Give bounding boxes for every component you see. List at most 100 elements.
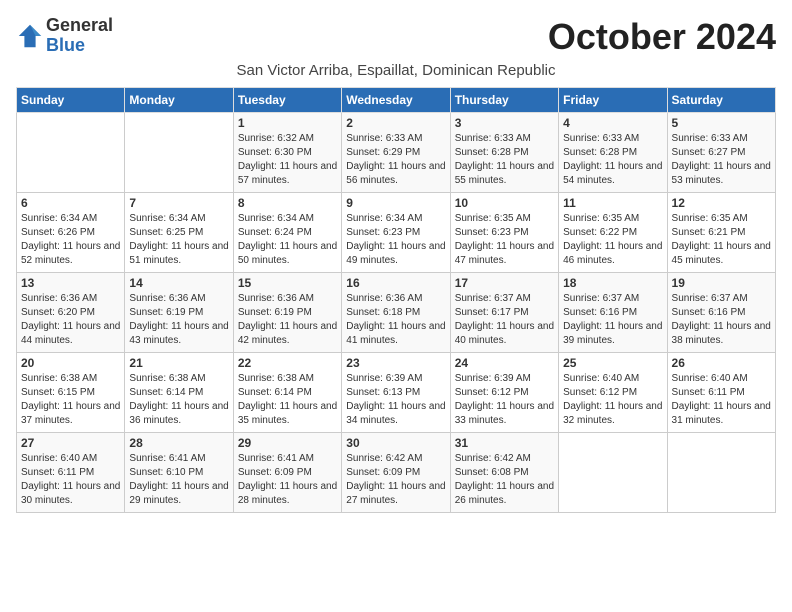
col-tuesday: Tuesday <box>233 88 341 113</box>
day-info: Sunrise: 6:41 AMSunset: 6:09 PMDaylight:… <box>238 452 337 508</box>
calendar-week-row: 13 Sunrise: 6:36 AMSunset: 6:20 PMDayligh… <box>17 273 776 353</box>
day-number: 4 <box>563 116 662 130</box>
day-info: Sunrise: 6:35 AMSunset: 6:23 PMDaylight:… <box>455 212 554 268</box>
day-info: Sunrise: 6:35 AMSunset: 6:21 PMDaylight:… <box>672 212 771 268</box>
table-row: 13 Sunrise: 6:36 AMSunset: 6:20 PMDayligh… <box>17 273 125 353</box>
day-info: Sunrise: 6:33 AMSunset: 6:27 PMDaylight:… <box>672 132 771 188</box>
calendar-week-row: 20Sunrise: 6:38 AMSunset: 6:15 PMDayligh… <box>17 353 776 433</box>
calendar-week-row: 1 Sunrise: 6:32 AMSunset: 6:30 PMDaylight… <box>17 113 776 193</box>
table-row: 2Sunrise: 6:33 AMSunset: 6:29 PMDaylight… <box>342 113 450 193</box>
table-row: 17Sunrise: 6:37 AMSunset: 6:17 PMDayligh… <box>450 273 558 353</box>
table-row: 26Sunrise: 6:40 AMSunset: 6:11 PMDayligh… <box>667 353 775 433</box>
day-number: 24 <box>455 356 554 370</box>
day-info: Sunrise: 6:36 AMSunset: 6:19 PMDaylight:… <box>238 292 337 348</box>
day-number: 26 <box>672 356 771 370</box>
day-info: Sunrise: 6:35 AMSunset: 6:22 PMDaylight:… <box>563 212 662 268</box>
table-row: 7Sunrise: 6:34 AMSunset: 6:25 PMDaylight… <box>125 193 233 273</box>
day-number: 19 <box>672 276 771 290</box>
day-number: 1 <box>238 116 337 130</box>
logo-icon <box>16 22 44 50</box>
table-row: 1 Sunrise: 6:32 AMSunset: 6:30 PMDaylight… <box>233 113 341 193</box>
col-thursday: Thursday <box>450 88 558 113</box>
day-number: 17 <box>455 276 554 290</box>
day-number: 18 <box>563 276 662 290</box>
table-row: 28 Sunrise: 6:41 AMSunset: 6:10 PMDayligh… <box>125 433 233 513</box>
day-info: Sunrise: 6:33 AMSunset: 6:29 PMDaylight:… <box>346 132 445 188</box>
day-info: Sunrise: 6:34 AMSunset: 6:26 PMDaylight:… <box>21 212 120 268</box>
day-number: 28 <box>129 436 228 450</box>
table-row: 19 Sunrise: 6:37 AMSunset: 6:16 PMDayligh… <box>667 273 775 353</box>
table-row: 18 Sunrise: 6:37 AMSunset: 6:16 PMDayligh… <box>559 273 667 353</box>
table-row: 10 Sunrise: 6:35 AMSunset: 6:23 PMDayligh… <box>450 193 558 273</box>
day-info: Sunrise: 6:42 AMSunset: 6:09 PMDaylight:… <box>346 452 445 508</box>
day-info: Sunrise: 6:40 AMSunset: 6:11 PMDaylight:… <box>21 452 120 508</box>
table-row: 9 Sunrise: 6:34 AMSunset: 6:23 PMDaylight… <box>342 193 450 273</box>
day-info: Sunrise: 6:33 AMSunset: 6:28 PMDaylight:… <box>563 132 662 188</box>
day-number: 12 <box>672 196 771 210</box>
col-sunday: Sunday <box>17 88 125 113</box>
day-info: Sunrise: 6:38 AMSunset: 6:14 PMDaylight:… <box>129 372 228 428</box>
day-number: 16 <box>346 276 445 290</box>
table-row <box>559 433 667 513</box>
table-row: 20Sunrise: 6:38 AMSunset: 6:15 PMDayligh… <box>17 353 125 433</box>
logo-general-text: General <box>46 15 113 35</box>
table-row: 12 Sunrise: 6:35 AMSunset: 6:21 PMDayligh… <box>667 193 775 273</box>
col-friday: Friday <box>559 88 667 113</box>
day-info: Sunrise: 6:34 AMSunset: 6:23 PMDaylight:… <box>346 212 445 268</box>
day-number: 23 <box>346 356 445 370</box>
table-row: 8Sunrise: 6:34 AMSunset: 6:24 PMDaylight… <box>233 193 341 273</box>
day-info: Sunrise: 6:32 AMSunset: 6:30 PMDaylight:… <box>238 132 337 188</box>
calendar-week-row: 27 Sunrise: 6:40 AMSunset: 6:11 PMDayligh… <box>17 433 776 513</box>
day-number: 31 <box>455 436 554 450</box>
day-number: 25 <box>563 356 662 370</box>
day-info: Sunrise: 6:37 AMSunset: 6:16 PMDaylight:… <box>672 292 771 348</box>
col-saturday: Saturday <box>667 88 775 113</box>
calendar-table: Sunday Monday Tuesday Wednesday Thursday… <box>16 87 776 513</box>
logo-blue-text: Blue <box>46 35 85 55</box>
day-number: 30 <box>346 436 445 450</box>
month-title: October 2024 <box>548 16 776 58</box>
subtitle: San Victor Arriba, Espaillat, Dominican … <box>16 62 776 79</box>
day-number: 27 <box>21 436 120 450</box>
day-number: 22 <box>238 356 337 370</box>
table-row: 22Sunrise: 6:38 AMSunset: 6:14 PMDayligh… <box>233 353 341 433</box>
table-row: 21 Sunrise: 6:38 AMSunset: 6:14 PMDayligh… <box>125 353 233 433</box>
day-number: 13 <box>21 276 120 290</box>
day-info: Sunrise: 6:36 AMSunset: 6:20 PMDaylight:… <box>21 292 120 348</box>
day-info: Sunrise: 6:37 AMSunset: 6:16 PMDaylight:… <box>563 292 662 348</box>
day-info: Sunrise: 6:42 AMSunset: 6:08 PMDaylight:… <box>455 452 554 508</box>
table-row: 5 Sunrise: 6:33 AMSunset: 6:27 PMDaylight… <box>667 113 775 193</box>
day-info: Sunrise: 6:33 AMSunset: 6:28 PMDaylight:… <box>455 132 554 188</box>
day-info: Sunrise: 6:34 AMSunset: 6:24 PMDaylight:… <box>238 212 337 268</box>
day-info: Sunrise: 6:39 AMSunset: 6:13 PMDaylight:… <box>346 372 445 428</box>
table-row: 14 Sunrise: 6:36 AMSunset: 6:19 PMDayligh… <box>125 273 233 353</box>
day-number: 21 <box>129 356 228 370</box>
day-number: 6 <box>21 196 120 210</box>
table-row: 25 Sunrise: 6:40 AMSunset: 6:12 PMDayligh… <box>559 353 667 433</box>
day-info: Sunrise: 6:36 AMSunset: 6:18 PMDaylight:… <box>346 292 445 348</box>
col-wednesday: Wednesday <box>342 88 450 113</box>
day-info: Sunrise: 6:41 AMSunset: 6:10 PMDaylight:… <box>129 452 228 508</box>
day-info: Sunrise: 6:36 AMSunset: 6:19 PMDaylight:… <box>129 292 228 348</box>
day-number: 10 <box>455 196 554 210</box>
calendar-week-row: 6 Sunrise: 6:34 AMSunset: 6:26 PMDaylight… <box>17 193 776 273</box>
table-row: 23 Sunrise: 6:39 AMSunset: 6:13 PMDayligh… <box>342 353 450 433</box>
day-info: Sunrise: 6:40 AMSunset: 6:12 PMDaylight:… <box>563 372 662 428</box>
header: General Blue October 2024 <box>16 16 776 58</box>
day-number: 14 <box>129 276 228 290</box>
day-number: 3 <box>455 116 554 130</box>
table-row: 27 Sunrise: 6:40 AMSunset: 6:11 PMDayligh… <box>17 433 125 513</box>
logo: General Blue <box>16 16 113 56</box>
day-info: Sunrise: 6:39 AMSunset: 6:12 PMDaylight:… <box>455 372 554 428</box>
day-number: 15 <box>238 276 337 290</box>
table-row: 16 Sunrise: 6:36 AMSunset: 6:18 PMDayligh… <box>342 273 450 353</box>
calendar-header-row: Sunday Monday Tuesday Wednesday Thursday… <box>17 88 776 113</box>
day-number: 5 <box>672 116 771 130</box>
table-row <box>17 113 125 193</box>
day-number: 9 <box>346 196 445 210</box>
day-number: 7 <box>129 196 228 210</box>
table-row <box>667 433 775 513</box>
day-number: 29 <box>238 436 337 450</box>
table-row: 15 Sunrise: 6:36 AMSunset: 6:19 PMDayligh… <box>233 273 341 353</box>
day-number: 20 <box>21 356 120 370</box>
